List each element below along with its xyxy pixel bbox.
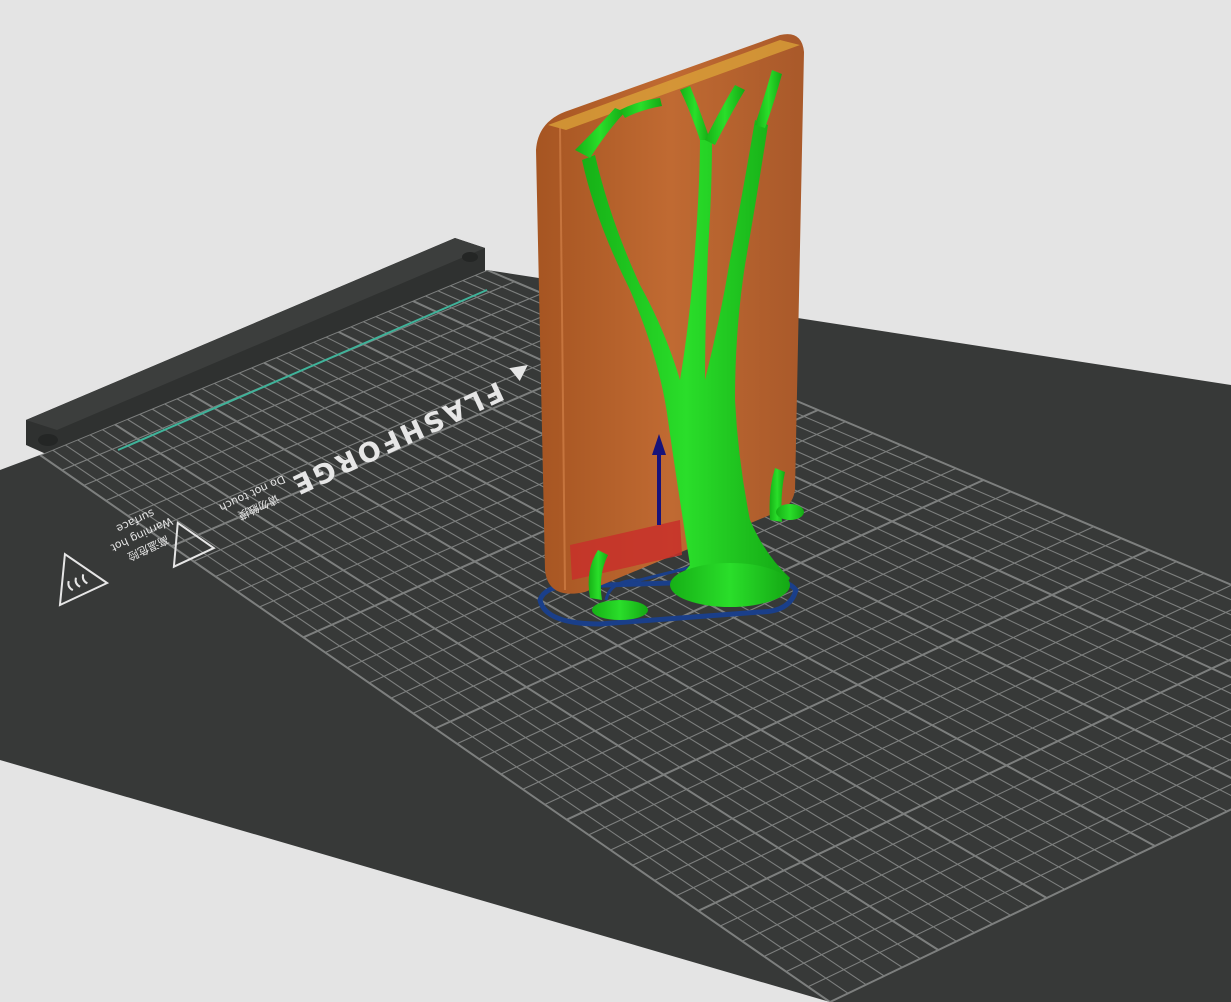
3d-viewport[interactable]: FLASHFORGE 请勿触摸 Do not touch 高温危险 Warnin… (0, 0, 1231, 1002)
